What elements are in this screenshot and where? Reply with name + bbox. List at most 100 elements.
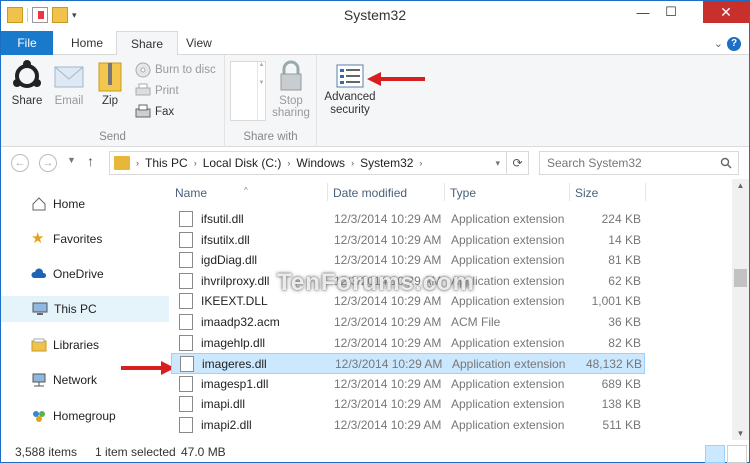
table-row[interactable]: imagehlp.dll 12/3/2014 10:29 AM Applicatio…: [171, 333, 645, 354]
vertical-scrollbar[interactable]: ▲ ▼: [732, 179, 749, 440]
address-dropdown-icon[interactable]: ▾: [495, 158, 500, 169]
fax-button[interactable]: Fax: [135, 103, 174, 121]
up-button[interactable]: ↑: [87, 153, 94, 169]
libraries-icon: [31, 338, 47, 352]
address-bar: ← → ▼ ↑ › This PC › Local Disk (C:) › Wi…: [1, 147, 749, 179]
breadcrumb-system32[interactable]: System32: [356, 156, 417, 170]
selection-size: 47.0 MB: [181, 445, 226, 459]
navigation-pane: Home ★ Favorites OneDrive This PC Librar…: [1, 179, 171, 440]
close-button[interactable]: ✕: [703, 1, 749, 23]
print-button[interactable]: Print: [135, 82, 179, 100]
minimize-button[interactable]: —: [629, 1, 657, 23]
recent-locations-dropdown[interactable]: ▼: [67, 155, 76, 165]
table-row[interactable]: imageres.dll 12/3/2014 10:29 AM Applicatio…: [171, 353, 645, 374]
breadcrumb[interactable]: › This PC › Local Disk (C:) › Windows › …: [109, 151, 529, 175]
nav-item-this-pc[interactable]: This PC: [1, 296, 169, 322]
table-row[interactable]: imagesp1.dll 12/3/2014 10:29 AM Applicatio…: [171, 374, 645, 395]
cell-type: Application extension: [451, 376, 565, 391]
chevron-right-icon[interactable]: ›: [285, 158, 292, 168]
nav-item-onedrive[interactable]: OneDrive: [1, 261, 169, 287]
column-name[interactable]: Name: [175, 186, 207, 200]
table-row[interactable]: imapi.dll 12/3/2014 10:29 AM Application e…: [171, 394, 645, 415]
tab-file[interactable]: File: [1, 31, 53, 55]
nav-label: OneDrive: [53, 267, 104, 281]
tab-share[interactable]: Share: [116, 31, 179, 56]
cell-date: 12/3/2014 10:29 AM: [334, 232, 442, 247]
advanced-security-icon: [336, 64, 364, 88]
cell-size: 36 KB: [608, 315, 641, 329]
nav-item-home[interactable]: Home: [1, 191, 169, 217]
scroll-up-arrow[interactable]: ▲: [732, 181, 749, 190]
table-row[interactable]: imaadp32.acm 12/3/2014 10:29 AM ACM File 36…: [171, 312, 645, 333]
back-button[interactable]: ←: [11, 154, 29, 172]
cell-date: 12/3/2014 10:29 AM: [334, 253, 442, 268]
ribbon-expand-icon[interactable]: ⌄: [714, 37, 723, 50]
search-placeholder: Search System32: [547, 156, 642, 170]
table-row[interactable]: igdDiag.dll 12/3/2014 10:29 AM Application…: [171, 250, 645, 271]
cell-type: ACM File: [451, 315, 501, 329]
email-button[interactable]: Email: [51, 59, 87, 107]
cell-name: ihvrilproxy.dll: [201, 273, 270, 288]
chevron-right-icon[interactable]: ›: [417, 158, 424, 168]
large-icons-view-button[interactable]: [727, 445, 747, 463]
table-row[interactable]: ifsutil.dll 12/3/2014 10:29 AM Application…: [171, 209, 645, 230]
cell-size: 62 KB: [608, 273, 641, 288]
refresh-button[interactable]: ⟳: [506, 152, 528, 174]
ribbon: Share Email Zip Burn to disc Print Fax S…: [1, 55, 749, 147]
chevron-right-icon[interactable]: ›: [192, 158, 199, 168]
print-label: Print: [155, 85, 179, 97]
share-with-scroll[interactable]: ▲ ▼: [257, 62, 265, 120]
nav-item-libraries[interactable]: Libraries: [1, 332, 169, 358]
watermark: TenForums.com: [277, 269, 475, 296]
cell-size: 82 KB: [608, 335, 641, 350]
file-icon: [179, 375, 193, 392]
breadcrumb-this-pc[interactable]: This PC: [141, 156, 192, 170]
column-date-modified[interactable]: Date modified: [333, 186, 407, 200]
details-view-button[interactable]: [705, 445, 725, 463]
nav-item-favorites[interactable]: ★ Favorites: [1, 226, 169, 252]
file-icon: [179, 211, 193, 227]
home-icon: [32, 197, 46, 211]
cell-size: 224 KB: [601, 212, 641, 226]
cell-size: 14 KB: [608, 232, 641, 247]
chevron-right-icon[interactable]: ›: [349, 158, 356, 168]
burn-label: Burn to disc: [155, 64, 216, 76]
breadcrumb-local-disk[interactable]: Local Disk (C:): [199, 156, 286, 170]
help-icon[interactable]: ?: [727, 37, 741, 51]
cell-name: imagesp1.dll: [201, 376, 269, 391]
zip-button[interactable]: Zip: [93, 59, 127, 107]
search-input[interactable]: Search System32: [539, 151, 739, 175]
scroll-thumb[interactable]: [734, 269, 747, 287]
nav-label: Favorites: [53, 232, 103, 246]
zip-label: Zip: [102, 95, 118, 107]
explorer-window: ▾ System32 — ☐ ✕ File Home Share View ⌄ …: [0, 0, 750, 463]
share-label: Share: [11, 95, 43, 107]
share-button[interactable]: Share: [7, 59, 47, 107]
table-row[interactable]: imapi2.dll 12/3/2014 10:29 AM Application …: [171, 415, 645, 436]
nav-label: Homegroup: [53, 409, 116, 423]
chevron-right-icon[interactable]: ›: [134, 158, 141, 168]
tab-home[interactable]: Home: [57, 31, 117, 55]
annotation-arrow-head: [367, 72, 381, 86]
cell-name: imapi2.dll: [201, 418, 252, 432]
scroll-down-arrow[interactable]: ▼: [732, 429, 749, 438]
network-icon: [32, 373, 46, 387]
breadcrumb-windows[interactable]: Windows: [292, 156, 349, 170]
column-size[interactable]: Size: [575, 186, 598, 200]
cell-size: 138 KB: [601, 397, 641, 412]
homegroup-icon: [33, 411, 45, 422]
email-label: Email: [54, 95, 84, 107]
share-with-list[interactable]: ▲ ▼: [230, 61, 266, 121]
nav-item-homegroup[interactable]: Homegroup: [1, 403, 169, 429]
table-row[interactable]: ifsutilx.dll 12/3/2014 10:29 AM Applicatio…: [171, 230, 645, 251]
burn-to-disc-button[interactable]: Burn to disc: [135, 61, 216, 79]
maximize-button[interactable]: ☐: [657, 1, 685, 23]
stop-sharing-button[interactable]: Stop sharing: [269, 59, 313, 119]
file-icon: [180, 356, 194, 373]
fax-label: Fax: [155, 106, 175, 118]
column-type[interactable]: Type: [450, 186, 476, 200]
nav-item-network[interactable]: Network: [1, 367, 169, 393]
tab-view[interactable]: View: [172, 31, 226, 55]
forward-button[interactable]: →: [39, 154, 57, 172]
cell-date: 12/3/2014 10:29 AM: [334, 212, 442, 226]
